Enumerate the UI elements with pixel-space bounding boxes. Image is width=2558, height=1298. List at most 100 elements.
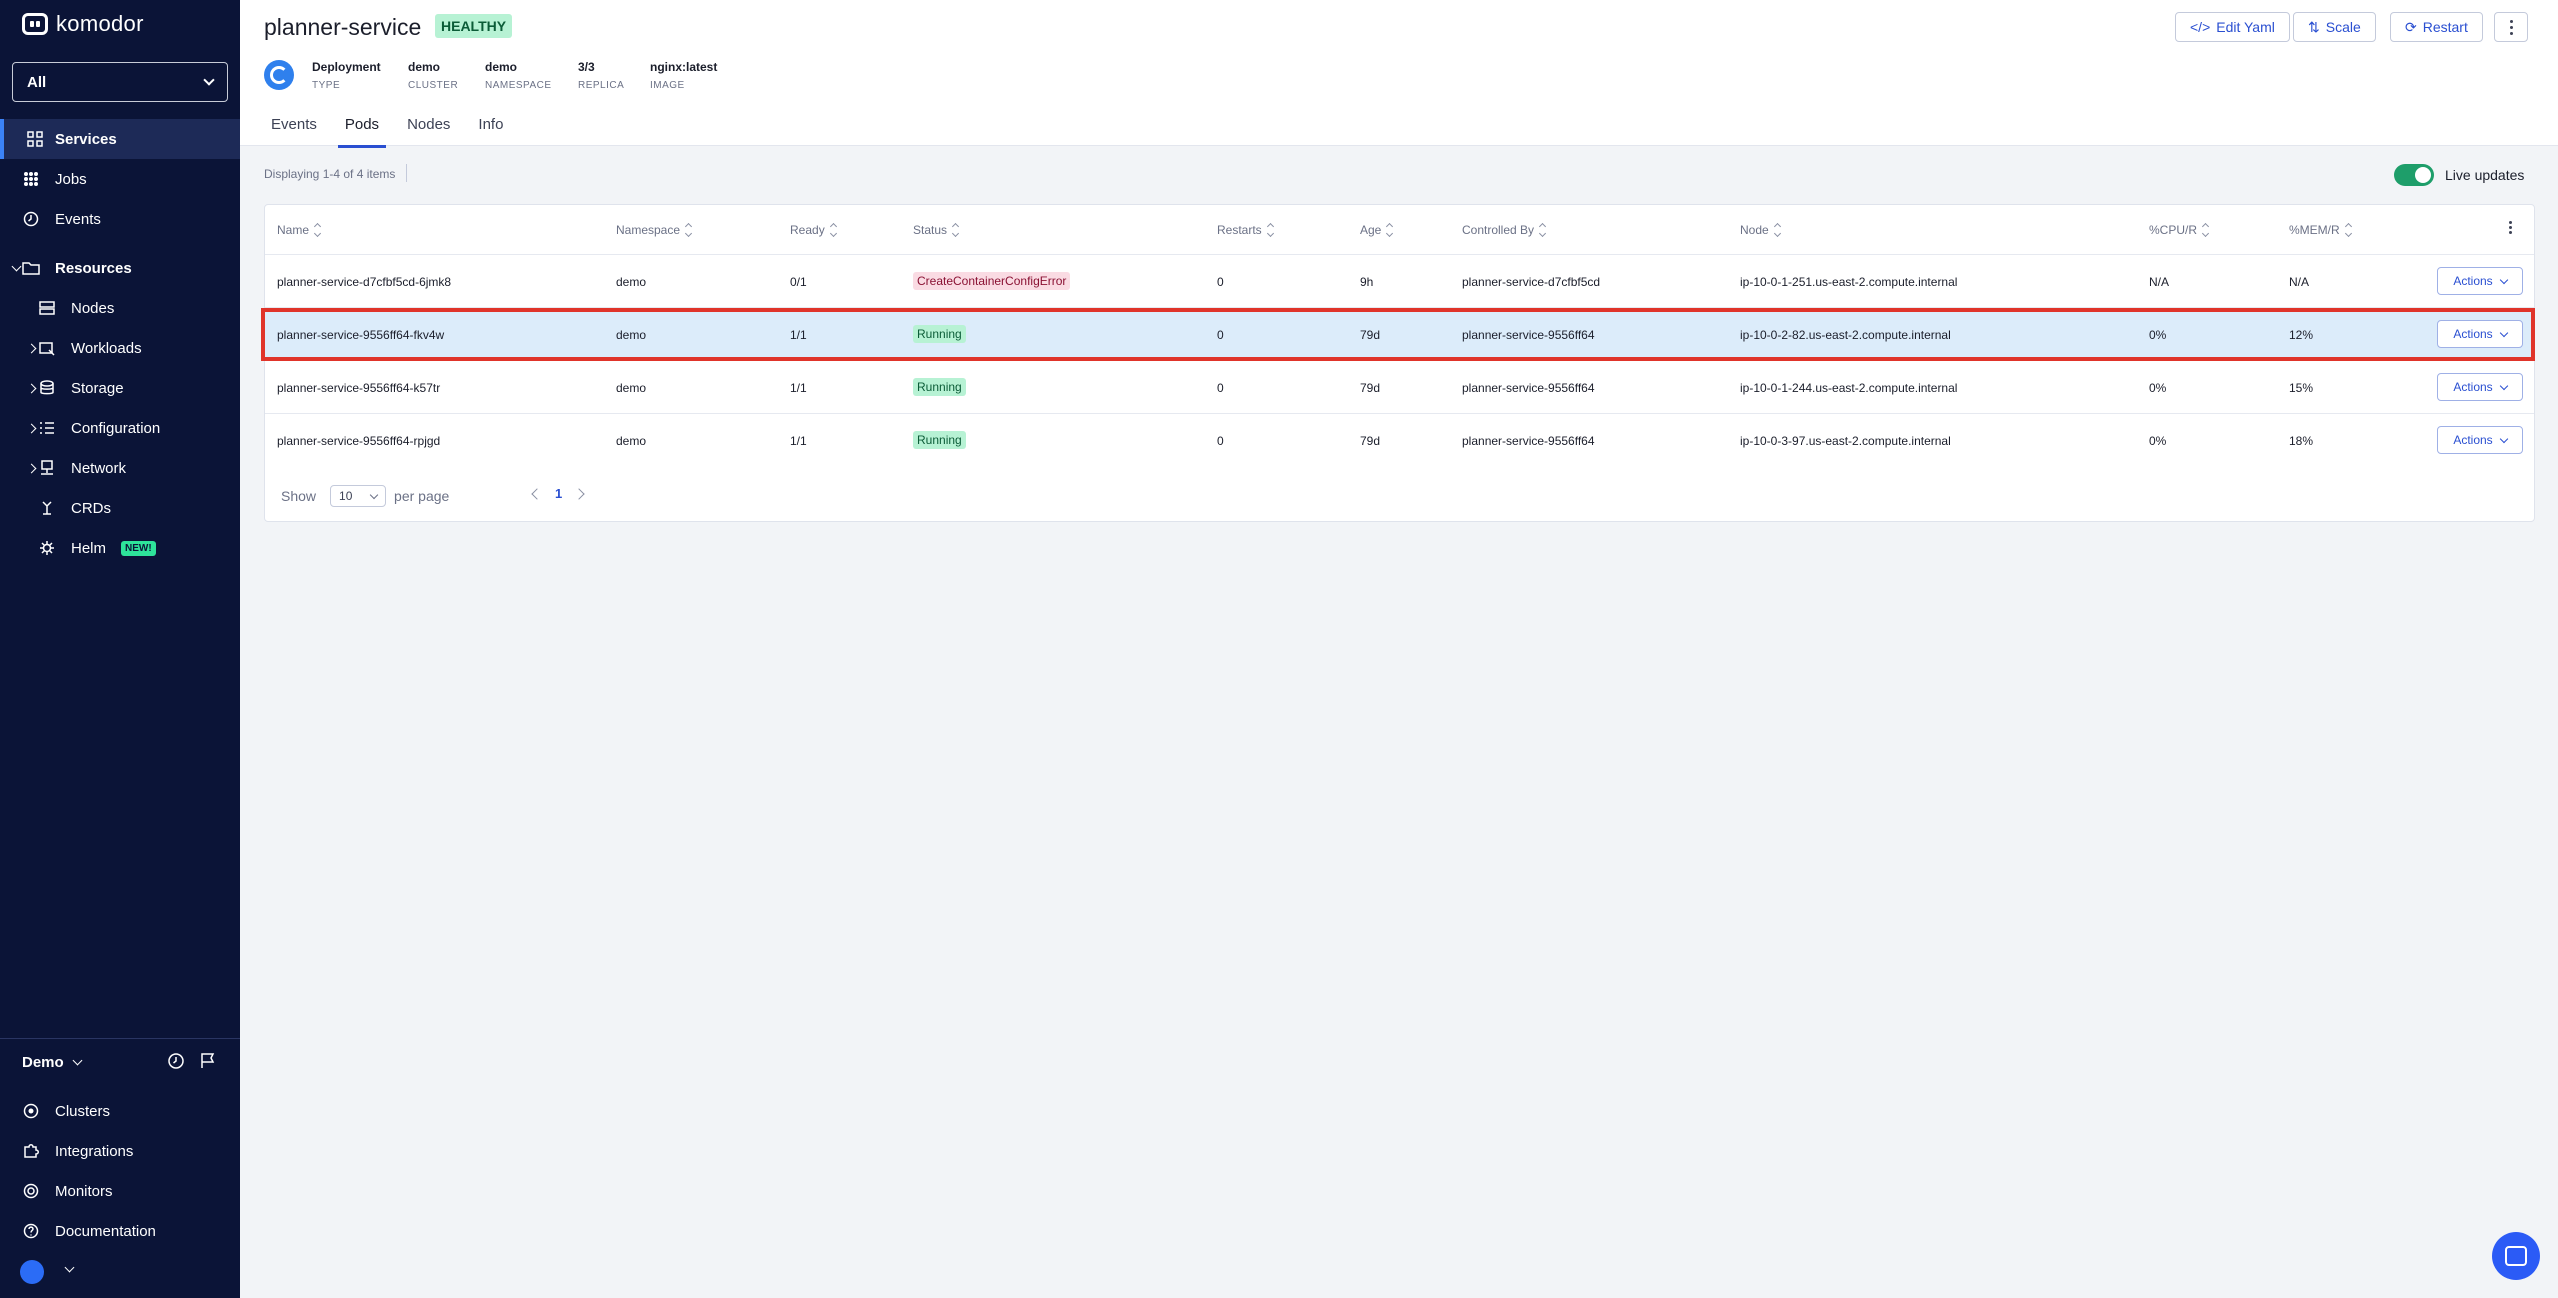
pod-name[interactable]: planner-service-9556ff64-rpjgd [277, 434, 440, 448]
workspace-select[interactable]: All [12, 62, 228, 102]
tab-pods[interactable]: Pods [337, 110, 387, 148]
column-label: Ready [790, 223, 825, 237]
flag-icon[interactable] [199, 1052, 217, 1070]
column-label: Restarts [1217, 223, 1262, 237]
user-avatar[interactable] [20, 1260, 44, 1284]
deployment-icon [264, 60, 294, 90]
page-number[interactable]: 1 [555, 486, 562, 501]
column-header-controlled-by[interactable]: Controlled By [1462, 222, 1547, 238]
chevron-down-icon[interactable] [64, 1262, 75, 1273]
sort-icon [1266, 222, 1274, 238]
workspace-value: All [27, 73, 47, 91]
pod-restarts: 0 [1217, 434, 1224, 448]
chevron-right-icon [26, 423, 37, 433]
pod-age: 79d [1360, 381, 1381, 395]
sidebar-item-documentation[interactable]: Documentation [0, 1211, 240, 1251]
sort-icon [313, 222, 322, 238]
per-page-select[interactable]: 10 [330, 485, 387, 507]
column-header-restarts[interactable]: Restarts [1217, 222, 1274, 238]
sidebar-item-label: Configuration [71, 419, 161, 437]
pod-mem: 18% [2289, 434, 2314, 448]
service-header: planner-service HEALTHY Deployment TYPE … [240, 0, 2558, 148]
sidebar-item-integrations[interactable]: Integrations [0, 1131, 240, 1171]
pod-cpu: N/A [2149, 275, 2170, 289]
column-header-mem[interactable]: %MEM/R [2289, 222, 2352, 238]
sidebar-item-label: Helm [71, 539, 107, 557]
sidebar-item-monitors[interactable]: Monitors [0, 1171, 240, 1211]
chevron-left-icon[interactable] [531, 488, 543, 500]
meta-value: demo [408, 60, 441, 74]
restart-button[interactable]: ⟳ Restart [2390, 12, 2483, 42]
edit-yaml-button[interactable]: </> Edit Yaml [2175, 12, 2290, 42]
chevron-down-icon [2499, 275, 2508, 284]
pod-mem: N/A [2289, 275, 2310, 289]
sidebar-item-storage[interactable]: Storage [0, 368, 240, 408]
column-header-namespace[interactable]: Namespace [616, 222, 693, 238]
column-settings-icon[interactable] [2509, 221, 2512, 234]
column-label: Age [1360, 223, 1382, 237]
sidebar-item-clusters[interactable]: Clusters [0, 1091, 240, 1131]
refresh-icon: ⟳ [2405, 18, 2417, 35]
sidebar-item-label: Monitors [55, 1182, 113, 1200]
history-icon[interactable] [167, 1052, 185, 1070]
chat-support-button[interactable] [2492, 1232, 2540, 1280]
page-title: planner-service [264, 14, 422, 40]
column-header-age[interactable]: Age [1360, 222, 1394, 238]
scale-button[interactable]: ⇅ Scale [2293, 12, 2376, 42]
sidebar-item-network[interactable]: Network [0, 448, 240, 488]
actions-button[interactable]: Actions [2437, 373, 2523, 401]
sort-icon [684, 222, 693, 238]
column-header-status[interactable]: Status [913, 222, 960, 238]
column-label: Controlled By [1462, 223, 1535, 237]
row-highlight-box [261, 308, 2535, 361]
tab-events[interactable]: Events [264, 110, 324, 148]
sidebar-item-helm[interactable]: Helm NEW! [0, 528, 240, 568]
sidebar-item-jobs[interactable]: Jobs [0, 159, 240, 199]
sidebar-item-label: Workloads [71, 339, 142, 357]
chevron-right-icon[interactable] [573, 488, 585, 500]
komodor-logo[interactable]: komodor [22, 11, 144, 36]
table-row[interactable]: planner-service-d7cfbf5cd-6jmk8 demo 0/1… [265, 254, 2534, 307]
chevron-down-icon [203, 74, 215, 86]
pod-node: ip-10-0-1-251.us-east-2.compute.internal [1740, 275, 1958, 289]
tab-nodes[interactable]: Nodes [400, 110, 457, 148]
actions-button[interactable]: Actions [2437, 267, 2523, 295]
sidebar-item-configuration[interactable]: Configuration [0, 408, 240, 448]
sidebar-section-resources[interactable]: Resources [0, 248, 240, 288]
sidebar-item-workloads[interactable]: Workloads [0, 328, 240, 368]
actions-label: Actions [2453, 274, 2493, 288]
column-header-ready[interactable]: Ready [790, 222, 837, 238]
account-switcher[interactable]: Demo [22, 1050, 222, 1074]
komodor-logo-icon [22, 13, 48, 35]
sidebar-item-label: Clusters [55, 1102, 111, 1120]
table-row[interactable]: planner-service-9556ff64-k57tr demo 1/1 … [265, 360, 2534, 413]
column-label: Status [913, 223, 948, 237]
pod-name[interactable]: planner-service-9556ff64-k57tr [277, 381, 440, 395]
column-header-name[interactable]: Name [277, 222, 322, 238]
pod-name[interactable]: planner-service-d7cfbf5cd-6jmk8 [277, 275, 451, 289]
sidebar-item-label: Services [55, 130, 117, 148]
per-page-value: 10 [339, 489, 353, 503]
table-row[interactable]: planner-service-9556ff64-rpjgd demo 1/1 … [265, 413, 2534, 466]
meta-key: TYPE [312, 80, 341, 91]
sort-icon [951, 222, 960, 238]
pod-controlled-by: planner-service-9556ff64 [1462, 381, 1595, 395]
live-updates-toggle[interactable] [2394, 164, 2434, 186]
more-options-button[interactable] [2494, 12, 2528, 42]
tab-info[interactable]: Info [471, 110, 510, 148]
sidebar-item-label: Network [71, 459, 127, 477]
pod-namespace: demo [616, 381, 647, 395]
sidebar-item-nodes[interactable]: Nodes [0, 288, 240, 328]
helm-icon [38, 539, 56, 557]
sidebar-item-label: Events [55, 210, 101, 228]
puzzle-icon [22, 1142, 40, 1160]
column-header-node[interactable]: Node [1740, 222, 1781, 238]
column-header-cpu[interactable]: %CPU/R [2149, 222, 2210, 238]
chevron-down-icon [2499, 381, 2508, 390]
sidebar-item-label: Resources [55, 259, 132, 277]
sidebar-item-events[interactable]: Events [0, 199, 240, 239]
dots-grid-icon [22, 170, 40, 188]
sidebar-item-services[interactable]: Services [0, 119, 240, 159]
actions-button[interactable]: Actions [2437, 426, 2523, 454]
sidebar-item-crds[interactable]: CRDs [0, 488, 240, 528]
